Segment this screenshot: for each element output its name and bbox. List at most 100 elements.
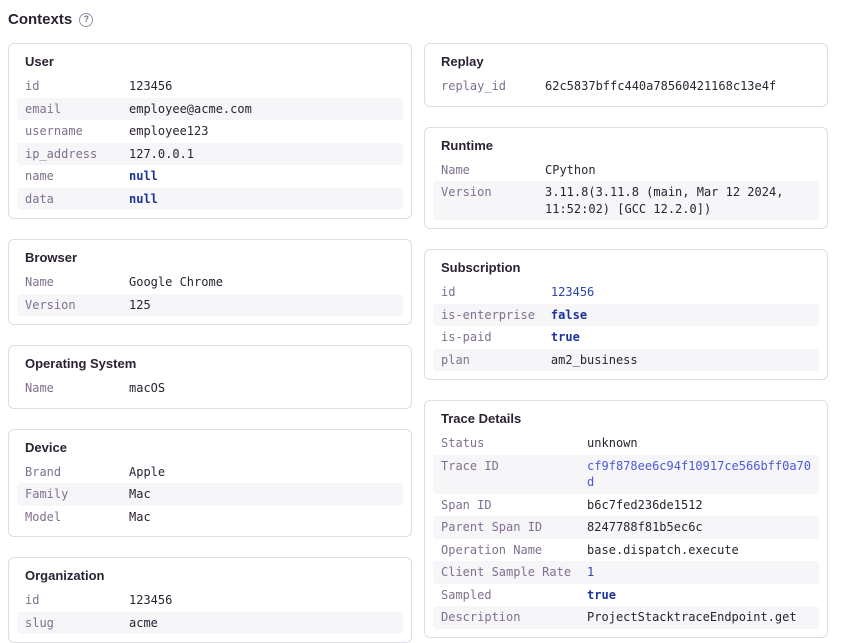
row-value-text: 123456 [129, 79, 172, 93]
card-title: Replay [441, 54, 811, 69]
row-key: is-enterprise [433, 304, 543, 327]
row-value: Google Chrome [121, 271, 403, 294]
card-title: Trace Details [441, 411, 811, 426]
row-value: Mac [121, 483, 403, 506]
column-0: User id 123456 email employee@acme.com u… [8, 43, 412, 643]
row-value: 125 [121, 294, 403, 317]
context-card-user: User id 123456 email employee@acme.com u… [8, 43, 412, 219]
row-value-text: employee123 [129, 124, 208, 138]
row-value: acme [121, 612, 403, 635]
row-key: is-paid [433, 326, 543, 349]
row-key: Operation Name [433, 539, 579, 562]
key-value-row: Client Sample Rate 1 [433, 561, 819, 584]
row-value: 127.0.0.1 [121, 143, 403, 166]
row-key: Version [17, 294, 121, 317]
row-key: data [17, 188, 121, 211]
row-value-text: Mac [129, 487, 151, 501]
row-value-text: CPython [545, 163, 596, 177]
column-1: Replay replay_id 62c5837bffc440a78560421… [424, 43, 828, 638]
row-key: Status [433, 432, 579, 455]
row-value: 62c5837bffc440a78560421168c13e4f [537, 75, 819, 98]
contexts-section: Contexts ? User id 123456 email employee… [8, 11, 828, 643]
key-value-row: replay_id 62c5837bffc440a78560421168c13e… [433, 75, 819, 98]
context-card-operating-system: Operating System Name macOS [8, 345, 412, 409]
row-key: Brand [17, 461, 121, 484]
row-value: 123456 [121, 589, 403, 612]
card-title: Runtime [441, 138, 811, 153]
row-value: Apple [121, 461, 403, 484]
row-key: id [17, 75, 121, 98]
key-value-row: data null [17, 188, 403, 211]
context-cards-grid: User id 123456 email employee@acme.com u… [8, 43, 828, 643]
row-key: Model [17, 506, 121, 529]
row-value-text: false [551, 308, 587, 322]
card-title: Operating System [25, 356, 395, 371]
row-value-text: 123456 [129, 593, 172, 607]
key-value-row: is-paid true [433, 326, 819, 349]
key-value-table: Brand Apple Family Mac Model Mac [17, 461, 403, 529]
card-title: User [25, 54, 395, 69]
key-value-table: Name macOS [17, 377, 403, 400]
section-heading: Contexts ? [8, 11, 828, 28]
row-value-text: acme [129, 616, 158, 630]
context-card-subscription: Subscription id 123456 is-enterprise fal… [424, 249, 828, 380]
key-value-table: Name CPython Version 3.11.8(3.11.8 (main… [433, 159, 819, 221]
context-card-trace-details: Trace Details Status unknown Trace ID cf… [424, 400, 828, 638]
row-value-text: ProjectStacktraceEndpoint.get [587, 610, 797, 624]
row-value: 1 [579, 561, 819, 584]
key-value-row: username employee123 [17, 120, 403, 143]
row-key: Trace ID [433, 455, 579, 494]
key-value-table: replay_id 62c5837bffc440a78560421168c13e… [433, 75, 819, 98]
row-value: ProjectStacktraceEndpoint.get [579, 606, 819, 629]
row-value: employee123 [121, 120, 403, 143]
key-value-row: id 123456 [433, 281, 819, 304]
key-value-row: is-enterprise false [433, 304, 819, 327]
row-value: cf9f878ee6c94f10917ce566bff0a70d [579, 455, 819, 494]
key-value-row: Trace ID cf9f878ee6c94f10917ce566bff0a70… [433, 455, 819, 494]
key-value-table: id 123456 slug acme [17, 589, 403, 634]
key-value-table: Status unknown Trace ID cf9f878ee6c94f10… [433, 432, 819, 629]
row-key: email [17, 98, 121, 121]
row-value: null [121, 165, 403, 188]
row-key: Span ID [433, 494, 579, 517]
key-value-row: slug acme [17, 612, 403, 635]
row-key: replay_id [433, 75, 537, 98]
row-value: employee@acme.com [121, 98, 403, 121]
row-value: base.dispatch.execute [579, 539, 819, 562]
key-value-row: Name Google Chrome [17, 271, 403, 294]
key-value-row: Sampled true [433, 584, 819, 607]
key-value-table: Name Google Chrome Version 125 [17, 271, 403, 316]
row-value-text: Google Chrome [129, 275, 223, 289]
row-value-text: unknown [587, 436, 638, 450]
context-card-runtime: Runtime Name CPython Version 3.11.8(3.11… [424, 127, 828, 230]
row-value: CPython [537, 159, 819, 182]
key-value-row: Brand Apple [17, 461, 403, 484]
context-card-organization: Organization id 123456 slug acme [8, 557, 412, 643]
row-value: Mac [121, 506, 403, 529]
key-value-row: id 123456 [17, 589, 403, 612]
key-value-row: Description ProjectStacktraceEndpoint.ge… [433, 606, 819, 629]
key-value-row: Version 3.11.8(3.11.8 (main, Mar 12 2024… [433, 181, 819, 220]
help-icon[interactable]: ? [79, 13, 93, 27]
row-value-text: Apple [129, 465, 165, 479]
key-value-row: Parent Span ID 8247788f81b5ec6c [433, 516, 819, 539]
row-value: b6c7fed236de1512 [579, 494, 819, 517]
row-value-text: b6c7fed236de1512 [587, 498, 703, 512]
row-value-text: null [129, 192, 158, 206]
row-key: Parent Span ID [433, 516, 579, 539]
key-value-row: Name macOS [17, 377, 403, 400]
key-value-table: id 123456 is-enterprise false is-paid tr… [433, 281, 819, 371]
row-key: username [17, 120, 121, 143]
row-value-text: null [129, 169, 158, 183]
row-key: Name [17, 271, 121, 294]
key-value-row: Version 125 [17, 294, 403, 317]
row-key: id [17, 589, 121, 612]
row-value: 3.11.8(3.11.8 (main, Mar 12 2024, 11:52:… [537, 181, 819, 220]
row-key: Name [17, 377, 121, 400]
row-value-text: Mac [129, 510, 151, 524]
row-key: Name [433, 159, 537, 182]
row-value-text: true [587, 588, 616, 602]
row-key: ip_address [17, 143, 121, 166]
row-value-text: employee@acme.com [129, 102, 252, 116]
trace-id-link[interactable]: cf9f878ee6c94f10917ce566bff0a70d [587, 459, 811, 490]
